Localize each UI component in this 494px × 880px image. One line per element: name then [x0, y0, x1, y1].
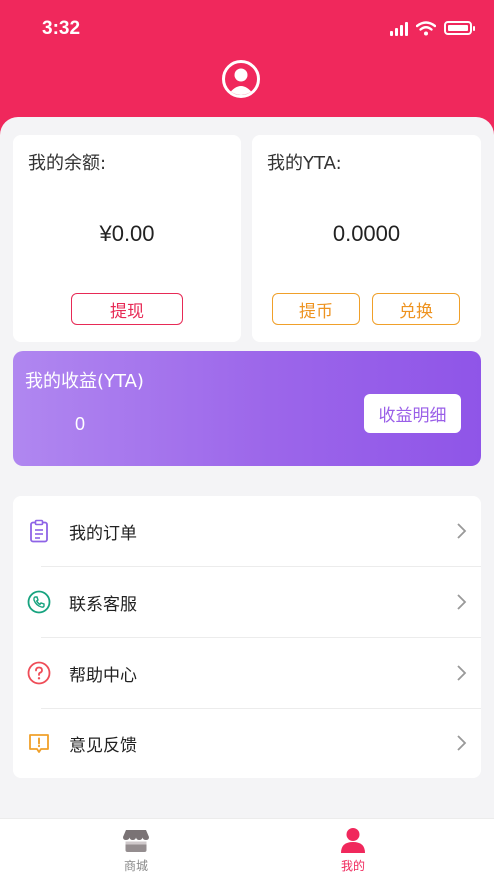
battery-icon	[444, 21, 475, 35]
tab-mine[interactable]: 我的	[323, 827, 383, 874]
content-sheet: 我的余额: ¥0.00 提现 我的YTA: 0.0000 提币 兑换 我的收益(…	[0, 117, 494, 817]
yta-value: 0.0000	[332, 221, 401, 246]
earnings-title: 我的收益(YTA)	[25, 371, 144, 392]
user-icon	[228, 68, 254, 95]
menu-item-help-center[interactable]: 帮助中心	[13, 638, 481, 708]
tab-label: 我的	[340, 859, 365, 873]
clipboard-icon	[30, 519, 48, 543]
question-icon	[27, 661, 51, 685]
menu-item-label: 我的订单	[69, 524, 137, 544]
balance-value: ¥0.00	[99, 221, 155, 246]
profile-screen: 3:32 我的余额: ¥0.00 提现 我的YTA: 0.0000 提币 兑换 …	[0, 0, 494, 880]
balance-title: 我的余额:	[28, 153, 107, 174]
withdraw-button[interactable]: 提现	[71, 293, 183, 325]
earnings-card: 我的收益(YTA) 0 收益明细	[13, 351, 481, 466]
menu-list: 我的订单 联系客服 帮助中心 意见反馈	[13, 496, 481, 778]
tab-bar: 商城 我的	[0, 818, 494, 880]
menu-item-customer-service[interactable]: 联系客服	[13, 567, 481, 637]
menu-item-label: 帮助中心	[69, 666, 137, 686]
menu-item-label: 意见反馈	[69, 736, 137, 756]
withdraw-coin-button[interactable]: 提币	[272, 293, 360, 325]
earnings-details-button[interactable]: 收益明细	[364, 394, 461, 433]
chevron-right-icon	[457, 523, 467, 539]
person-icon	[341, 828, 365, 853]
menu-item-feedback[interactable]: 意见反馈	[13, 708, 481, 778]
signal-icon	[390, 20, 408, 36]
balance-card: 我的余额: ¥0.00 提现	[13, 135, 241, 342]
earnings-value: 0	[75, 414, 86, 434]
chevron-right-icon	[457, 594, 467, 610]
avatar[interactable]	[222, 60, 260, 98]
status-time: 3:32	[42, 18, 81, 39]
yta-card: 我的YTA: 0.0000 提币 兑换	[252, 135, 481, 342]
chevron-right-icon	[457, 735, 467, 751]
tab-shop[interactable]: 商城	[106, 827, 166, 874]
phone-icon	[27, 590, 51, 614]
menu-item-orders[interactable]: 我的订单	[13, 496, 481, 566]
tab-label: 商城	[123, 859, 148, 873]
feedback-icon	[29, 734, 49, 753]
wifi-icon	[416, 20, 436, 35]
chevron-right-icon	[457, 665, 467, 681]
menu-item-label: 联系客服	[69, 595, 137, 615]
shop-icon	[123, 830, 149, 852]
status-icons	[390, 20, 475, 36]
yta-title: 我的YTA:	[267, 153, 342, 174]
exchange-button[interactable]: 兑换	[372, 293, 460, 325]
